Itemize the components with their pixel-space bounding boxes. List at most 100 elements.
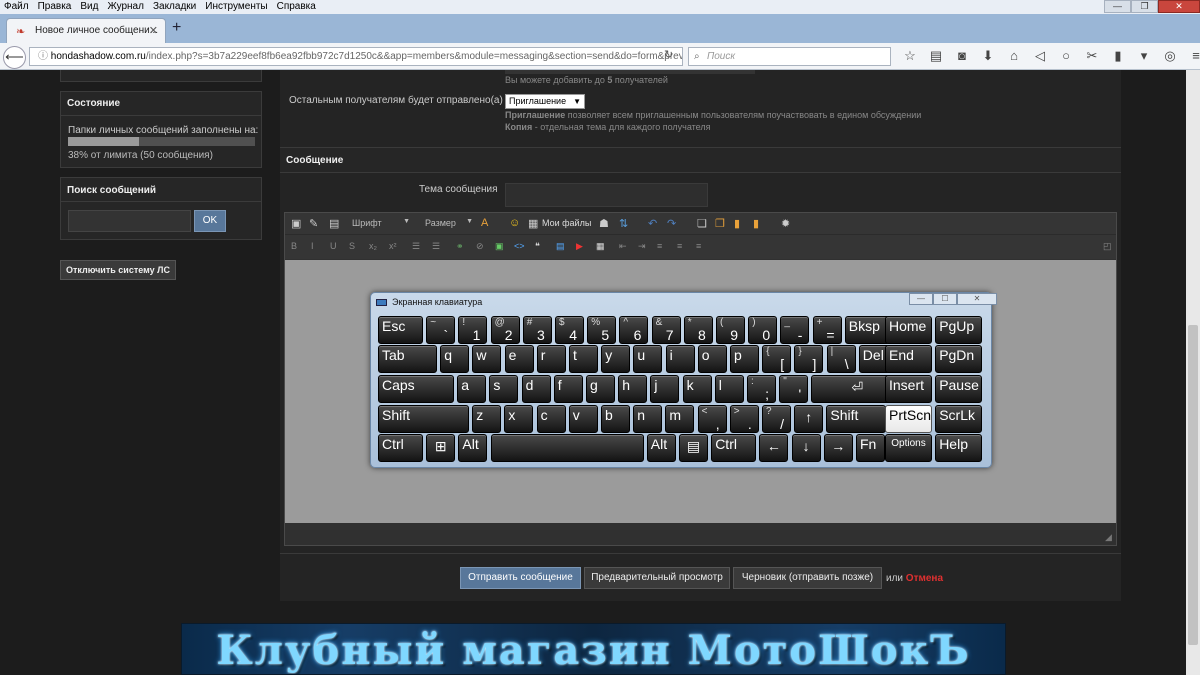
paste-text-icon[interactable]: ▮ [753,217,759,230]
menu-item-0[interactable]: Файл [4,1,29,12]
osk-key[interactable]: Alt [646,434,676,462]
osk-key[interactable]: >. [729,405,759,433]
outdent-icon[interactable]: ⇥ [638,241,646,252]
osk-key[interactable]: o [697,345,727,373]
osk-key[interactable]: r [536,345,566,373]
osk-key[interactable]: x [504,405,534,433]
osk-key[interactable]: ↑ [794,405,824,433]
osk-key[interactable] [490,434,644,462]
font-select[interactable]: Шрифт ▼ [352,218,412,232]
reload-icon[interactable]: ↻ [664,48,673,61]
numbered-list-icon[interactable]: ☰ [412,241,420,252]
draft-button[interactable]: Черновик (отправить позже) [733,567,882,589]
sync-icon[interactable]: ✂ [1079,47,1105,65]
settings-gear-icon[interactable]: ✹ [781,217,790,230]
translit-icon[interactable]: ⇅ [619,217,628,230]
osk-key[interactable]: m [665,405,695,433]
subject-input[interactable] [505,183,708,207]
code-icon[interactable]: <> [514,241,525,251]
bold-icon[interactable]: B [291,241,297,251]
osk-key[interactable]: & 7 [651,316,681,344]
menu-item-4[interactable]: Закладки [153,1,196,12]
osk-key[interactable]: Pause [935,375,983,403]
osk-key[interactable]: ▤ [679,434,708,462]
cancel-link[interactable]: Отмена [906,573,943,584]
undo-icon[interactable]: ↶ [648,217,657,230]
chat-icon[interactable]: ○ [1053,47,1079,65]
cut-icon[interactable]: ❏ [697,217,707,230]
osk-key[interactable]: (9 [716,316,745,344]
osk-key[interactable]: " ' [779,375,809,403]
osk-key[interactable]: u [633,345,663,373]
strike-icon[interactable]: S [349,241,355,251]
hamburger-icon[interactable]: ≡ [1183,47,1200,65]
recipient-input-edge[interactable] [505,70,755,74]
underline-icon[interactable]: U [330,241,337,251]
osk-key[interactable]: a [457,375,487,403]
home-icon[interactable]: ⌂ [1001,47,1027,65]
osk-key[interactable]: {[ [762,345,792,373]
osk-key[interactable]: n [633,405,663,433]
osk-key[interactable]: * 8 [683,316,713,344]
osk-key[interactable]: _ - [780,316,810,344]
osk-key[interactable]: c [536,405,566,433]
osk-key[interactable]: PrtScn [885,405,932,433]
image-icon[interactable]: ▣ [495,241,504,252]
osk-key[interactable]: ~ ` [426,316,456,344]
indent-icon[interactable]: ⇤ [619,241,627,252]
osk-key[interactable]: k [682,375,712,403]
my-files-icon[interactable]: ▦ [528,217,538,230]
reading-list-icon[interactable]: ▤ [923,47,949,65]
text-color-icon[interactable]: A [481,217,488,229]
osk-key[interactable]: z [472,405,502,433]
osk-key[interactable]: PgDn [935,345,983,373]
new-tab-button[interactable]: + [172,19,181,37]
my-files-button[interactable]: Мои файлы [542,218,591,228]
osk-key[interactable]: h [618,375,648,403]
copy-icon[interactable]: ❐ [715,217,725,230]
osk-key[interactable]: l [714,375,744,403]
align-right-icon[interactable]: ≡ [696,241,701,251]
osk-maximize-icon[interactable]: ☐ [933,293,957,305]
osk-key[interactable]: Tab [378,345,437,373]
preview-button[interactable]: Предварительный просмотр [584,567,730,589]
osk-key[interactable]: y [601,345,631,373]
eraser-icon[interactable]: ✎ [309,217,318,230]
osk-key[interactable]: i [665,345,695,373]
osk-key[interactable]: % 5 [587,316,617,344]
osk-key[interactable]: Shift [378,405,469,433]
unlink-icon[interactable]: ⊘ [476,241,484,252]
osk-key[interactable]: Home [885,316,932,344]
size-select[interactable]: Размер ▼ [425,218,475,232]
osk-minimize-icon[interactable]: — [909,293,933,305]
osk-key[interactable]: Caps [378,375,454,403]
osk-key[interactable]: Help [935,434,983,462]
media-icon[interactable]: ▤ [556,241,565,252]
search-ok-button[interactable]: OK [194,210,226,232]
osk-key[interactable]: Insert [885,375,932,403]
info-icon[interactable]: ⓘ [38,51,51,62]
collapse-toolbar-icon[interactable]: ◰ [1103,241,1112,252]
osk-key[interactable]: ? / [762,405,791,433]
menu-item-3[interactable]: Журнал [107,1,144,12]
minimize-icon[interactable]: — [1104,0,1131,13]
osk-key[interactable]: <, [697,405,727,433]
close-tab-icon[interactable]: ✕ [149,24,158,37]
menu-item-6[interactable]: Справка [277,1,316,12]
osk-key[interactable]: w [472,345,502,373]
emoticon-icon[interactable]: ☺ [509,217,520,229]
menu-item-5[interactable]: Инструменты [205,1,267,12]
align-left-icon[interactable]: ≡ [657,241,662,251]
osk-key[interactable]: g [586,375,615,403]
osk-key[interactable]: Ctrl [711,434,757,462]
osk-key[interactable]: $4 [555,316,584,344]
download-icon[interactable]: ⬇ [975,47,1001,65]
browser-tab[interactable]: ❧ Новое личное сообщени... ✕ [6,18,166,43]
osk-key[interactable]: q [440,345,470,373]
osk-key[interactable]: ↓ [791,434,821,462]
back-button[interactable]: ⟵ [3,46,26,69]
align-center-icon[interactable]: ≡ [677,241,682,251]
osk-key[interactable]: Alt [458,434,488,462]
osk-key[interactable]: Shift [826,405,887,433]
osk-key[interactable]: | \ [826,345,856,373]
